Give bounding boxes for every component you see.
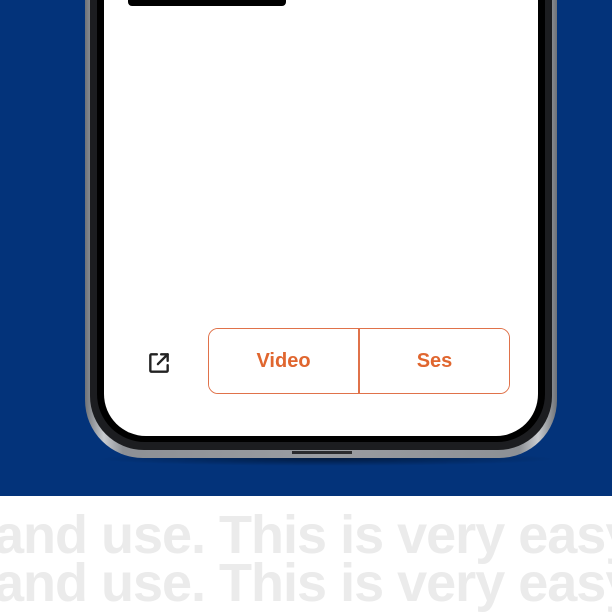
audio-button[interactable]: Ses	[360, 329, 509, 393]
caption-line-2: and use. This is very easy	[0, 553, 612, 613]
top-black-bar	[128, 0, 286, 6]
phone-screen: Video Ses	[104, 0, 538, 436]
phone-bottom-port	[292, 451, 352, 454]
hero-background: Video Ses	[0, 0, 612, 496]
open-in-new-icon[interactable]	[146, 350, 172, 376]
video-button[interactable]: Video	[209, 329, 358, 393]
media-type-toggle: Video Ses	[208, 328, 510, 394]
